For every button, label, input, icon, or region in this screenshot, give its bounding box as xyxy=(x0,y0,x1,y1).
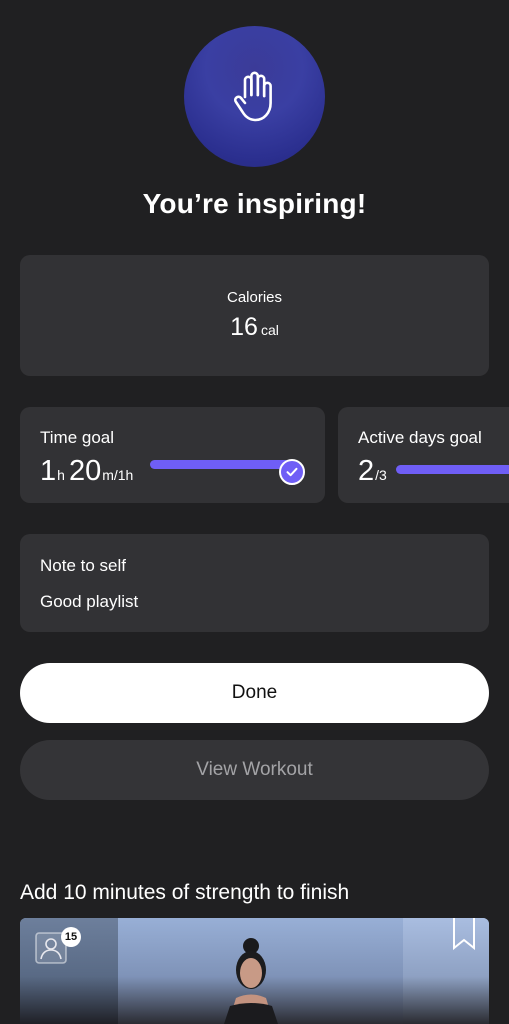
achievement-badge xyxy=(184,26,325,167)
time-goal-hours: 1 xyxy=(40,455,57,487)
active-days-progress-bar xyxy=(396,465,509,474)
time-goal-hours-unit: h xyxy=(57,467,65,483)
time-goal-minutes-unit: m xyxy=(102,467,114,483)
note-text: Good playlist xyxy=(40,592,139,611)
participant-count-badge: 15 xyxy=(61,927,81,947)
time-goal-target: /1h xyxy=(113,467,134,483)
calories-card: Calories 16 cal xyxy=(20,255,489,376)
note-title: Note to self xyxy=(40,556,126,575)
time-goal-title: Time goal xyxy=(40,428,115,447)
workout-thumbnail[interactable]: 15 xyxy=(20,918,489,1024)
calories-value-row: 16 cal xyxy=(20,313,489,342)
view-workout-button[interactable]: View Workout xyxy=(20,740,489,800)
goal-complete-badge xyxy=(279,459,305,485)
time-goal-card[interactable]: Time goal 1h 20m/1h xyxy=(20,407,325,503)
active-days-goal-card[interactable]: Active days goal 2/3 xyxy=(338,407,509,503)
instructor-image xyxy=(224,938,278,1024)
time-goal-progress-bar xyxy=(150,460,290,469)
recommendation-title: Add 10 minutes of strength to finish xyxy=(20,881,350,904)
checkmark-icon xyxy=(286,467,298,477)
time-goal-minutes: 20 xyxy=(68,455,102,487)
active-days-count: 2 xyxy=(358,455,375,487)
raised-hand-icon xyxy=(233,71,272,121)
done-button[interactable]: Done xyxy=(20,663,489,723)
calories-value: 16 xyxy=(230,313,258,341)
page-title: You’re inspiring! xyxy=(142,188,367,219)
calories-label: Calories xyxy=(226,289,283,306)
note-card[interactable]: Note to self Good playlist xyxy=(20,534,489,632)
active-days-goal-title: Active days goal xyxy=(358,428,482,447)
active-days-goal-value: 2/3 xyxy=(358,455,391,488)
calories-unit: cal xyxy=(260,322,279,338)
active-days-target: /3 xyxy=(375,467,387,483)
time-goal-value: 1h 20m/1h xyxy=(40,455,137,488)
bookmark-icon[interactable] xyxy=(451,918,477,950)
